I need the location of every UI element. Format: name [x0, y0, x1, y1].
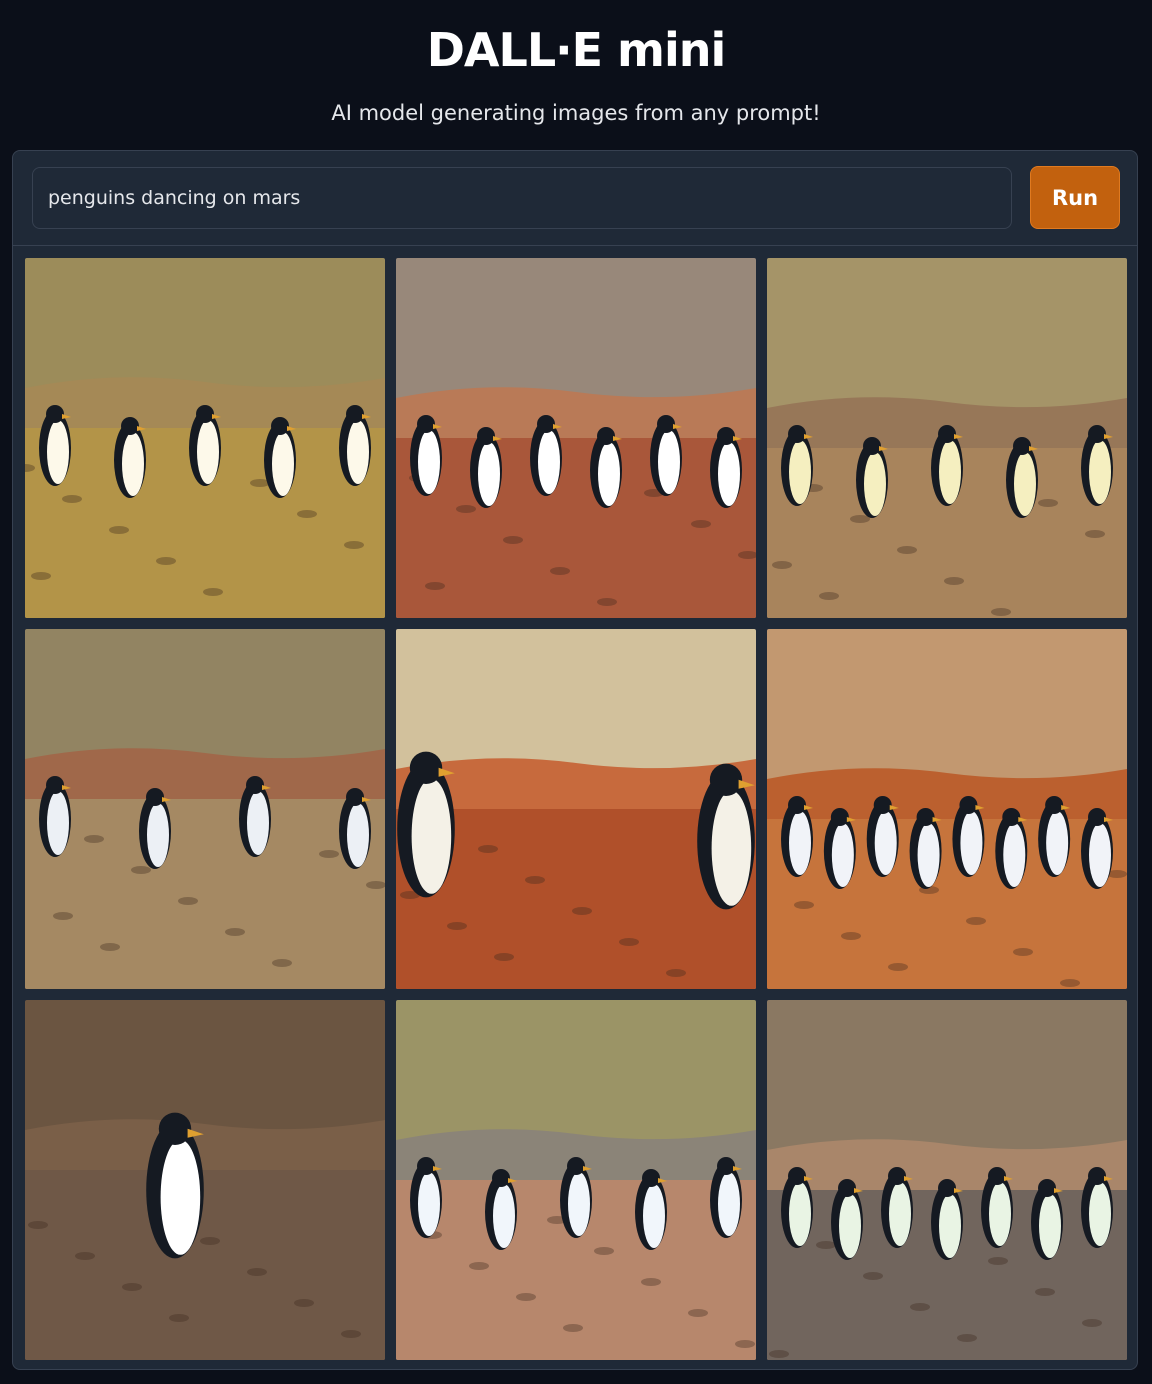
generated-image[interactable] — [25, 1000, 385, 1360]
generated-image-art — [25, 258, 385, 618]
prompt-input[interactable] — [32, 167, 1012, 229]
generated-image[interactable] — [767, 258, 1127, 618]
generated-image-art — [25, 629, 385, 989]
generated-image[interactable] — [767, 629, 1127, 989]
generated-image-art — [396, 258, 756, 618]
generated-image-art — [767, 258, 1127, 618]
generated-image[interactable] — [767, 1000, 1127, 1360]
prompt-bar: Run — [13, 151, 1137, 246]
generated-image-art — [767, 1000, 1127, 1360]
generated-image[interactable] — [25, 258, 385, 618]
app-subtitle: AI model generating images from any prom… — [331, 101, 821, 125]
app-title: DALL·E mini — [426, 23, 727, 77]
generated-image[interactable] — [396, 1000, 756, 1360]
run-button[interactable]: Run — [1030, 166, 1120, 229]
generated-image-art — [25, 1000, 385, 1360]
generated-image-art — [396, 629, 756, 989]
image-gallery — [25, 258, 1127, 1360]
page: DALL·E mini AI model generating images f… — [0, 0, 1152, 1384]
generated-image[interactable] — [396, 258, 756, 618]
generated-image-art — [396, 1000, 756, 1360]
generated-image[interactable] — [25, 629, 385, 989]
generated-image-art — [767, 629, 1127, 989]
generated-image[interactable] — [396, 629, 756, 989]
main-panel: Run — [12, 150, 1138, 1370]
